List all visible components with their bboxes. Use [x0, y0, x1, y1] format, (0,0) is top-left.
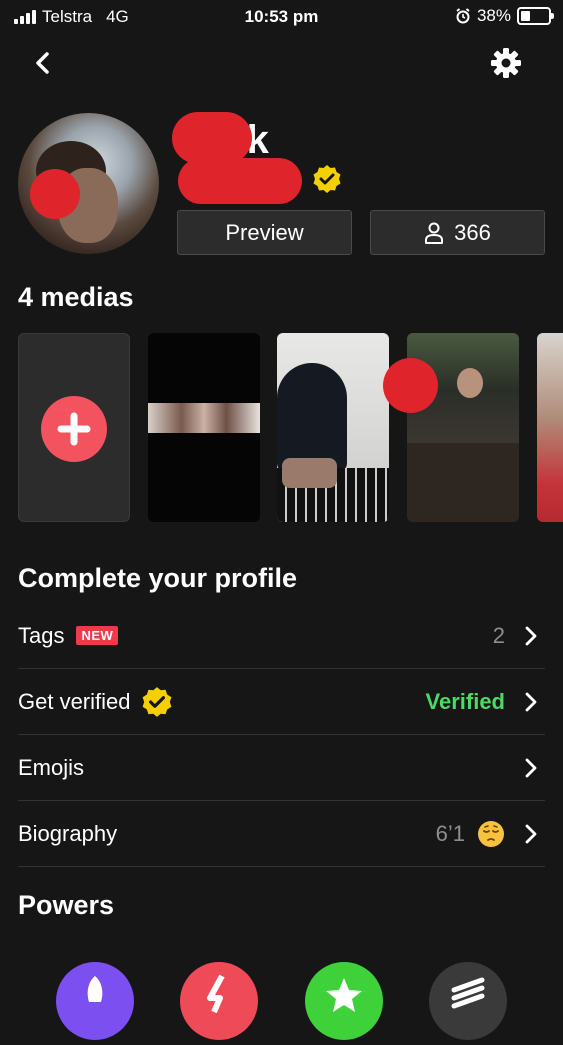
powers-title: Powers	[18, 890, 115, 920]
status-bar: Telstra 4G 10:53 pm 38%	[0, 0, 563, 34]
verified-status: Verified	[425, 689, 505, 714]
plus-icon	[57, 412, 91, 446]
get-verified-row[interactable]: Get verified Verified	[18, 669, 545, 735]
biography-row[interactable]: Biography 6’1	[18, 801, 545, 867]
media-title: 4 medias	[18, 282, 134, 312]
power-stack-button[interactable]	[429, 962, 507, 1040]
add-media-button[interactable]	[18, 333, 130, 522]
verified-badge-icon	[141, 686, 173, 718]
rocket-icon	[87, 976, 103, 1002]
tags-label: Tags	[18, 622, 65, 648]
emojis-row[interactable]: Emojis	[18, 735, 545, 801]
new-badge: NEW	[76, 626, 119, 645]
chevron-right-icon	[517, 757, 545, 779]
media-thumbnail-1[interactable]	[148, 333, 260, 522]
person-icon	[425, 222, 444, 244]
gear-icon	[491, 48, 521, 78]
stack-icon	[451, 977, 485, 1009]
back-button[interactable]	[30, 50, 56, 76]
power-star-button[interactable]	[305, 962, 383, 1040]
redaction-mark	[172, 112, 252, 164]
settings-button[interactable]	[489, 46, 523, 80]
media-thumbnail-2[interactable]	[277, 333, 389, 522]
complete-profile-title: Complete your profile	[18, 563, 298, 593]
followers-button[interactable]: 366	[370, 210, 545, 255]
chevron-right-icon	[517, 625, 545, 647]
avatar[interactable]	[18, 113, 159, 254]
redaction-mark	[178, 158, 302, 204]
alarm-icon	[456, 8, 470, 24]
lightning-icon	[207, 974, 225, 1014]
biography-value: 6’1	[435, 821, 465, 846]
preview-label: Preview	[225, 219, 304, 245]
chevron-right-icon	[517, 691, 545, 713]
battery-icon	[517, 7, 554, 25]
emojis-label: Emojis	[18, 754, 85, 780]
chevron-right-icon	[517, 823, 545, 845]
add-media-circle	[41, 396, 107, 462]
media-thumbnail-4[interactable]	[537, 333, 563, 522]
biography-label: Biography	[18, 820, 118, 846]
battery-percent: 38%	[476, 6, 511, 25]
followers-count: 366	[454, 219, 491, 245]
pensive-emoji-icon	[478, 821, 504, 847]
verified-badge-icon	[312, 164, 342, 199]
star-icon	[326, 978, 362, 1012]
redaction-mark	[383, 358, 438, 413]
chevron-left-icon	[36, 52, 49, 74]
preview-button[interactable]: Preview	[177, 210, 352, 255]
power-flash-button[interactable]	[180, 962, 258, 1040]
tags-count: 2	[492, 623, 505, 648]
redaction-mark	[30, 169, 80, 219]
power-boost-button[interactable]	[56, 962, 134, 1040]
get-verified-label: Get verified	[18, 688, 131, 714]
status-right: 38%	[455, 6, 554, 26]
tags-row[interactable]: Tags NEW 2	[18, 603, 545, 669]
